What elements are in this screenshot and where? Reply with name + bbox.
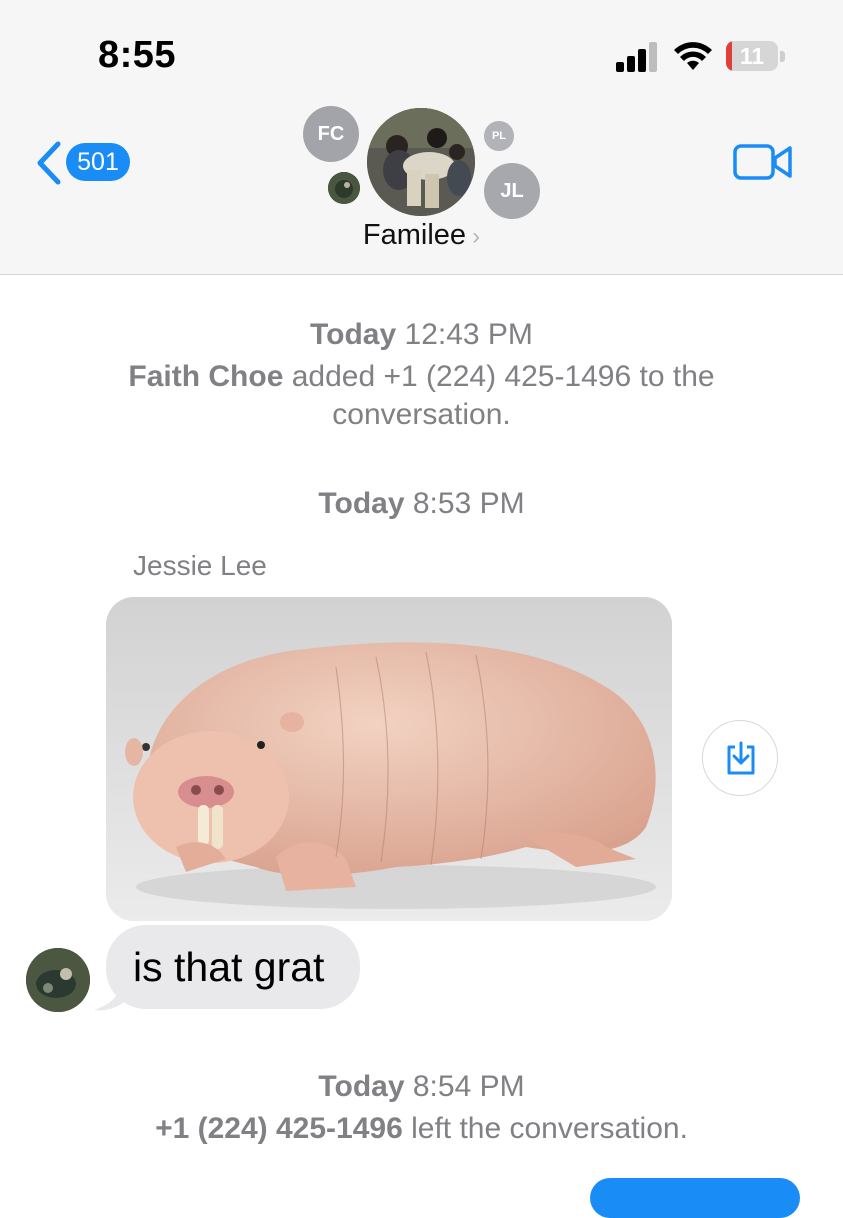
sender-avatar[interactable] [26, 948, 90, 1012]
sender-name: Jessie Lee [133, 550, 267, 581]
conversation-header: 8:55 11 501 FC PL JL Familee › [0, 0, 843, 275]
naked-mole-rat-photo [106, 597, 672, 921]
sent-message-bubble[interactable] [590, 1178, 800, 1218]
chevron-left-icon [37, 141, 61, 185]
event-actor: Faith Choe [128, 360, 284, 393]
cellular-signal-icon [616, 42, 657, 72]
participant-avatar-jl[interactable]: JL [484, 163, 540, 219]
timestamp-day: Today [310, 318, 397, 351]
event-text: added [283, 360, 384, 393]
back-button[interactable]: 501 [34, 138, 134, 188]
timestamp: Today 8:54 PM [0, 1068, 843, 1106]
group-name-button[interactable]: Familee › [300, 219, 543, 252]
battery-nub [780, 51, 785, 62]
group-photo [367, 108, 475, 216]
download-icon [727, 741, 755, 775]
message-bubble[interactable]: is that grat [106, 925, 361, 1009]
event-number: +1 (224) 425-1496 [155, 1112, 403, 1145]
participant-avatar-fc[interactable]: FC [303, 106, 359, 162]
wifi-icon [674, 42, 712, 70]
avatar-photo [26, 948, 90, 1012]
chevron-right-icon: › [472, 223, 481, 250]
system-event-left: +1 (224) 425-1496 left the conversation. [0, 1110, 843, 1148]
participant-avatar-photo[interactable] [328, 172, 360, 204]
save-image-button[interactable] [702, 720, 778, 796]
unread-count-badge: 501 [66, 143, 130, 181]
avatar-photo [328, 172, 360, 204]
timestamp-time: 8:54 PM [412, 1070, 525, 1103]
timestamp-time: 8:53 PM [412, 487, 525, 520]
group-name: Familee [362, 219, 467, 251]
battery-indicator: 11 [726, 41, 778, 71]
group-photo-avatar[interactable] [367, 108, 475, 216]
timestamp: Today 8:53 PM [0, 485, 843, 523]
status-time: 8:55 [98, 34, 177, 76]
event-text-after: left the conversation. [402, 1112, 688, 1145]
system-event-added: Faith Choe added +1 (224) 425-1496 to th… [0, 358, 843, 434]
timestamp-day: Today [318, 1070, 405, 1103]
battery-percent: 11 [739, 43, 765, 69]
event-number: +1 (224) 425-1496 [383, 360, 632, 393]
image-message[interactable] [106, 597, 672, 921]
timestamp: Today 12:43 PM [0, 316, 843, 354]
timestamp-day: Today [318, 487, 405, 520]
video-camera-icon[interactable] [733, 142, 793, 182]
timestamp-time: 12:43 PM [404, 318, 533, 351]
participant-avatar-pl[interactable]: PL [484, 121, 514, 151]
